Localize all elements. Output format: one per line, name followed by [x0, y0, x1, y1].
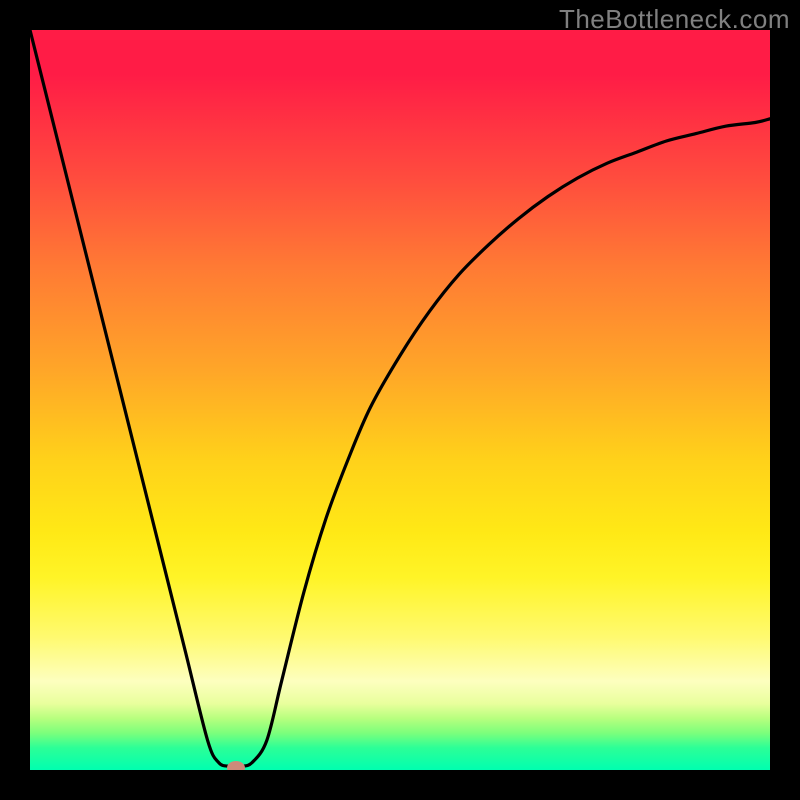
- minimum-marker-dot: [227, 761, 245, 770]
- plot-area: [30, 30, 770, 770]
- chart-frame: TheBottleneck.com: [0, 0, 800, 800]
- bottleneck-curve: [30, 30, 770, 770]
